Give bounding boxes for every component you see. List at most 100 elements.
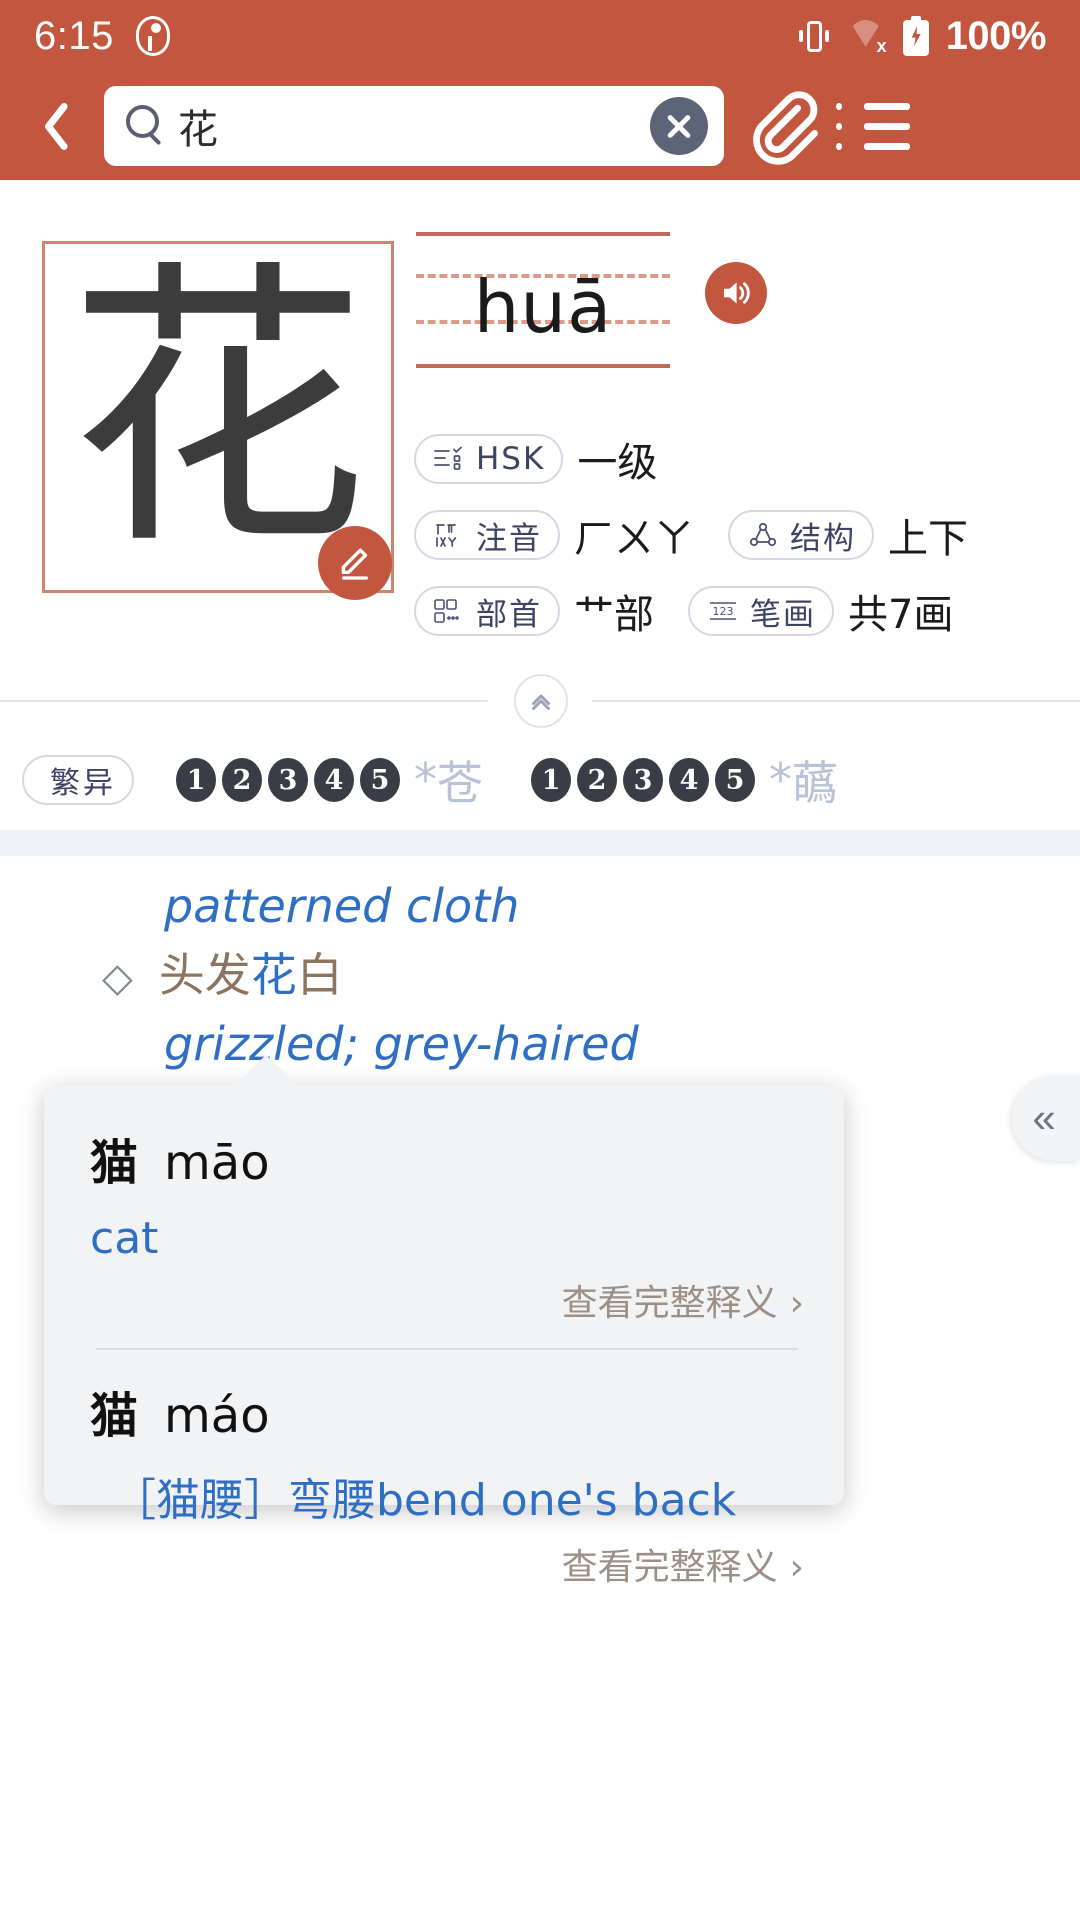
popup-definition: ［猫腰］弯腰bend one's back <box>112 1475 737 1526</box>
chevron-right-icon: › <box>789 1547 804 1588</box>
meta-value-zhuyin: ㄏㄨㄚ <box>574 516 694 562</box>
popup-arrow <box>232 1055 300 1087</box>
popup-view-full-link[interactable]: 查看完整释义 › <box>90 1274 804 1326</box>
radical-icon <box>432 596 466 626</box>
speaker-icon[interactable] <box>705 262 767 324</box>
variant-number[interactable]: 4 <box>669 758 709 802</box>
zhuyin-icon <box>432 520 466 550</box>
badge-zhuyin: 注音 <box>414 510 560 560</box>
popup-view-full-link[interactable]: 查看完整释义 › <box>90 1538 804 1590</box>
popup-view-full-label: 查看完整释义 <box>561 1547 778 1588</box>
variant-number[interactable]: 2 <box>222 758 262 802</box>
popup-entry-header: 猫 máo <box>90 1376 804 1446</box>
popup-view-full-label: 查看完整释义 <box>561 1283 778 1324</box>
section-divider <box>0 674 1080 728</box>
word-lookup-popup[interactable]: 猫 māo cat 查看完整释义 › 猫 máo ［猫腰］弯腰bend one's… <box>44 1055 844 1588</box>
battery-charging-icon <box>902 16 929 56</box>
meta-row: 注音 ㄏㄨㄚ 结构 上下 <box>414 508 1054 562</box>
character-panel: 花 huā HSK 一级 注音 ㄏㄨㄚ 结构 上下 部首 艹部 123 笔画 共… <box>0 180 1080 700</box>
variant-number[interactable]: 1 <box>531 758 571 802</box>
popup-pinyin: máo <box>164 1388 270 1444</box>
variant-number[interactable]: 3 <box>268 758 308 802</box>
variant-number[interactable]: 2 <box>577 758 617 802</box>
meta-row: 部首 艹部 123 笔画 共7画 <box>414 584 1054 638</box>
battery-percent: 100% <box>945 13 1047 58</box>
vibrate-icon <box>797 17 831 55</box>
badge-label: 部首 <box>476 596 542 633</box>
menu-icon[interactable] <box>836 90 910 162</box>
collapse-chevron-up-icon[interactable] <box>514 674 568 728</box>
strokecount-icon: 123 <box>706 596 740 626</box>
structure-icon <box>746 520 780 550</box>
variant-number[interactable]: 1 <box>176 758 216 802</box>
popup-pinyin: māo <box>164 1135 270 1191</box>
status-indicators: x 100% <box>797 13 1047 59</box>
variant-number[interactable]: 5 <box>360 758 400 802</box>
badge-label: 结构 <box>790 520 856 557</box>
meta-value-hsk: 一级 <box>577 440 658 486</box>
popup-entry-header: 猫 māo <box>90 1123 804 1193</box>
character-metadata: HSK 一级 注音 ㄏㄨㄚ 结构 上下 部首 艹部 123 笔画 共7画 <box>414 432 1054 660</box>
badge-variants: 繁异 <box>22 755 134 810</box>
definitions-separator <box>0 830 1080 856</box>
diamond-bullet-icon: ◇ <box>102 955 133 1002</box>
search-bar[interactable]: 花 <box>104 86 724 166</box>
meta-cell-structure: 结构 上下 <box>728 506 968 564</box>
meta-row: HSK 一级 <box>414 432 1054 486</box>
badge-label: HSK <box>476 441 546 477</box>
variants-row: 繁异 1 2 3 4 5 * 苍 1 2 3 4 5 * 蘤 <box>0 740 1080 820</box>
variant-star: * <box>769 753 792 807</box>
back-icon[interactable] <box>26 91 82 161</box>
chevron-right-icon: › <box>789 1283 804 1324</box>
status-time: 6:15 <box>34 13 114 58</box>
popup-entry-2: 猫 máo ［猫腰］弯腰bend one's back 查看完整释义 › <box>90 1376 804 1590</box>
meta-cell-strokecount: 123 笔画 共7画 <box>688 582 953 640</box>
variant-character[interactable]: 苍 <box>437 747 483 813</box>
popup-entry-1: 猫 māo cat 查看完整释义 › <box>90 1123 804 1326</box>
app-bar: 花 <box>0 72 1080 180</box>
meta-cell-hsk: HSK 一级 <box>414 430 657 488</box>
example-segment-headword: 花 <box>250 948 297 1003</box>
meta-value-strokecount: 共7画 <box>848 592 954 638</box>
app-screen: 6:15 x 100% 花 花 huā HSK 一级 注音 ㄏㄨㄚ 结构 上下 … <box>0 0 1080 1920</box>
app-badge-icon <box>135 16 170 56</box>
popup-divider <box>96 1348 798 1350</box>
variant-character[interactable]: 蘤 <box>792 747 838 813</box>
badge-strokecount: 123 笔画 <box>688 586 834 636</box>
variant-number[interactable]: 5 <box>715 758 755 802</box>
meta-cell-zhuyin: 注音 ㄏㄨㄚ <box>414 506 694 564</box>
hsk-list-icon <box>432 444 466 474</box>
popup-headword: 猫 <box>90 1135 139 1191</box>
variant-number[interactable]: 4 <box>314 758 354 802</box>
badge-structure: 结构 <box>728 510 874 560</box>
example-segment: 白 <box>296 948 343 1003</box>
variant-group-1[interactable]: 1 2 3 4 5 * 苍 <box>176 747 483 813</box>
clear-icon[interactable] <box>650 97 708 155</box>
badge-label: 笔画 <box>750 596 816 633</box>
status-bar: 6:15 x 100% <box>0 0 1080 72</box>
popup-headword: 猫 <box>90 1388 139 1444</box>
wifi-off-icon: x <box>848 17 887 55</box>
definition-english: patterned cloth <box>164 879 520 933</box>
paperclip-icon[interactable] <box>744 86 822 166</box>
meta-cell-radical: 部首 艹部 <box>414 582 654 640</box>
definition-english: grizzled; grey-haired <box>164 1017 639 1072</box>
badge-hsk: HSK <box>414 434 564 484</box>
variant-number[interactable]: 3 <box>623 758 663 802</box>
variant-star: * <box>414 753 437 807</box>
svg-text:123: 123 <box>713 605 734 618</box>
headword-character: 花 <box>68 236 368 585</box>
example-segment: 头发 <box>158 948 251 1003</box>
meta-value-radical: 艹部 <box>574 592 654 638</box>
badge-label: 繁异 <box>50 766 116 801</box>
chevron-left-double-icon: « <box>1032 1094 1056 1141</box>
search-icon <box>126 105 168 147</box>
badge-label: 注音 <box>476 520 542 557</box>
example-chinese[interactable]: ◇ 头发 花 白 <box>0 941 1080 1010</box>
search-input[interactable]: 花 <box>178 97 650 155</box>
pinyin-text: huā <box>473 265 613 349</box>
edit-pencil-icon[interactable] <box>318 526 392 600</box>
popup-definition: cat <box>90 1213 159 1264</box>
variant-group-2[interactable]: 1 2 3 4 5 * 蘤 <box>531 747 838 813</box>
pinyin-ruled-lines: huā <box>416 232 716 368</box>
